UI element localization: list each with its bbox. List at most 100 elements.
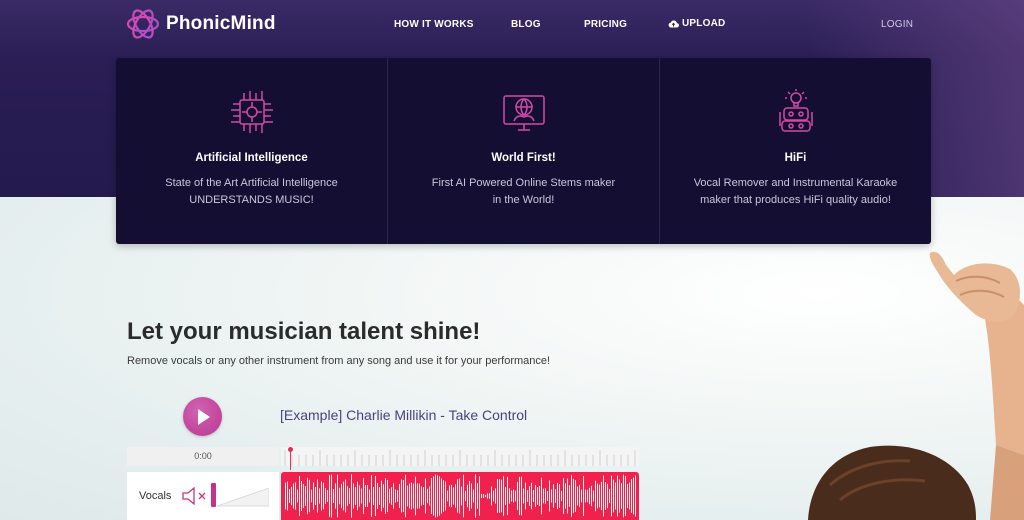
waveform-bar xyxy=(625,475,626,517)
waveform-bar xyxy=(363,477,364,515)
nav-blog[interactable]: BLOG xyxy=(511,19,541,30)
waveform-bar xyxy=(409,483,410,509)
nav-how-it-works[interactable]: HOW IT WORKS xyxy=(394,19,474,30)
timeline-ruler[interactable] xyxy=(281,447,639,466)
waveform-bar xyxy=(447,490,448,502)
waveform-bar xyxy=(549,480,550,512)
page-headline: Let your musician talent shine! xyxy=(127,318,481,345)
waveform-bar xyxy=(587,489,588,503)
globe-monitor-icon xyxy=(502,95,545,131)
waveform-bar xyxy=(563,478,564,514)
waveform-bar xyxy=(449,485,450,507)
waveform-bar xyxy=(295,482,296,510)
time-display: 0:00 xyxy=(127,447,279,466)
waveform-bar xyxy=(311,489,312,503)
waveform-bar xyxy=(571,475,572,517)
waveform-bar xyxy=(395,489,396,503)
waveform-bar xyxy=(479,476,480,516)
speaker-mute-icon[interactable] xyxy=(180,485,208,507)
volume-slider-track[interactable] xyxy=(217,487,269,507)
waveform-bar xyxy=(287,481,288,511)
waveform-bar xyxy=(389,488,390,504)
waveform-bar xyxy=(335,483,336,509)
waveform-bar xyxy=(445,481,446,511)
waveform-bar xyxy=(361,488,362,504)
waveform-bar xyxy=(585,489,586,503)
waveform-bar xyxy=(621,483,622,509)
waveform-bar xyxy=(487,493,488,499)
waveform-bar xyxy=(419,483,420,509)
waveform-bar xyxy=(457,479,458,513)
logo-text: PhonicMind xyxy=(166,13,276,34)
waveform-bar xyxy=(393,483,394,509)
waveform-bar xyxy=(325,488,326,504)
waveform-bar xyxy=(619,479,620,513)
waveform-bar xyxy=(397,490,398,502)
waveform-bar xyxy=(379,486,380,506)
nav-login[interactable]: LOGIN xyxy=(881,19,913,30)
play-icon xyxy=(197,408,210,425)
waveform-bar xyxy=(293,483,294,509)
waveform-bar xyxy=(525,482,526,510)
waveform-bar xyxy=(411,482,412,510)
stem-name-vocals: Vocals xyxy=(139,490,172,502)
waveform-bar xyxy=(523,488,524,504)
waveform-bar xyxy=(635,475,636,517)
waveform-bar xyxy=(533,489,534,503)
waveform-bar xyxy=(543,488,544,504)
waveform-bar xyxy=(597,483,598,509)
logo[interactable]: PhonicMind xyxy=(126,8,276,40)
waveform-bar xyxy=(421,486,422,506)
waveform-bar xyxy=(603,475,604,517)
waveform-bar xyxy=(299,476,300,516)
waveform-bar xyxy=(329,475,330,517)
nav-upload-label: UPLOAD xyxy=(682,18,726,29)
waveform-bar xyxy=(391,487,392,505)
waveform-bar xyxy=(353,483,354,509)
waveform-bar xyxy=(553,484,554,508)
waveform-bar xyxy=(531,482,532,510)
feature-desc-line: maker that produces HiFi quality audio! xyxy=(700,194,891,206)
feature-description: Vocal Remover and Instrumental Karaoke m… xyxy=(680,175,911,209)
waveform-bar xyxy=(511,490,512,502)
waveform-bar xyxy=(497,478,498,514)
waveform-bar xyxy=(323,482,324,510)
nav-upload[interactable]: UPLOAD xyxy=(668,18,725,29)
waveform-bar xyxy=(539,485,540,507)
waveform-bar xyxy=(515,490,516,502)
waveform-bar xyxy=(485,494,486,498)
nav-pricing[interactable]: PRICING xyxy=(584,19,627,30)
feature-card-world-first: World First! First AI Powered Online Ste… xyxy=(388,58,660,244)
waveform-bar xyxy=(629,482,630,510)
waveform-bar xyxy=(381,480,382,512)
waveform-bar xyxy=(507,476,508,516)
waveform-bar xyxy=(547,490,548,502)
waveform-bar xyxy=(405,474,406,518)
top-nav: PhonicMind HOW IT WORKS BLOG PRICING UPL… xyxy=(0,0,1024,50)
waveform-bar xyxy=(535,484,536,508)
waveform-bar xyxy=(417,483,418,509)
waveform-bar xyxy=(551,489,552,503)
waveform-bar xyxy=(607,483,608,509)
waveform-bar xyxy=(343,481,344,511)
waveform-bar xyxy=(599,484,600,508)
waveform-bar xyxy=(589,487,590,505)
play-button[interactable] xyxy=(183,397,222,436)
feature-title: Artificial Intelligence xyxy=(195,152,308,164)
waveform-bar xyxy=(437,475,438,517)
waveform-bar xyxy=(491,486,492,506)
waveform-bar xyxy=(579,484,580,508)
waveform-bar xyxy=(347,486,348,506)
waveform-bar xyxy=(351,474,352,518)
waveform-bar xyxy=(341,483,342,509)
waveform-bar xyxy=(499,479,500,513)
waveform-bar xyxy=(633,477,634,515)
waveform-bar xyxy=(435,474,436,518)
circuit-chip-icon xyxy=(230,91,273,133)
waveform-bar xyxy=(305,486,306,506)
vocals-waveform[interactable] xyxy=(281,472,639,520)
waveform-bar xyxy=(513,489,514,503)
feature-card-hifi: HiFi Vocal Remover and Instrumental Kara… xyxy=(660,58,931,244)
volume-slider-handle[interactable] xyxy=(211,483,216,507)
waveform-bar xyxy=(473,489,474,503)
